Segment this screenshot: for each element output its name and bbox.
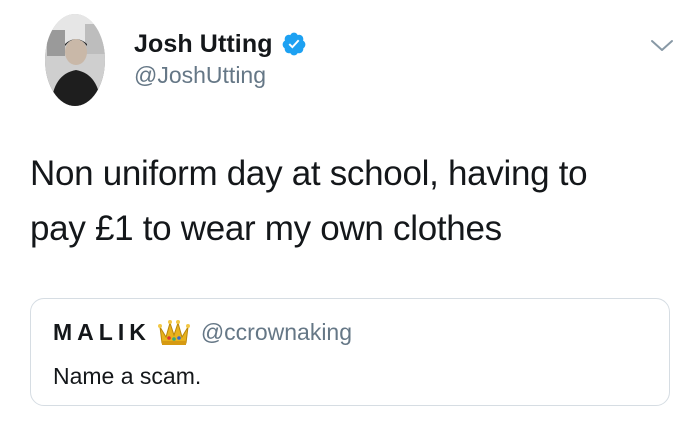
tweet-text-line: pay £1 to wear my own clothes [30,209,502,248]
quoted-author-name: MALIK [53,318,151,345]
tweet-card: Josh Utting @JoshUtting Non uniform day … [0,0,700,426]
quoted-author-handle: @ccrownaking [200,318,353,345]
chevron-down-icon[interactable] [650,38,674,54]
author-display-name[interactable]: Josh Utting [134,30,273,59]
author-name-row: Josh Utting [134,28,307,60]
crown-icon [157,317,191,347]
quoted-tweet[interactable]: MALIK @ccrownaking Name a scam. [30,298,670,406]
tweet-text-line: Non uniform day at school, having to [30,154,588,193]
tweet-text: Non uniform day at school, having to pay… [30,146,670,256]
author-handle[interactable]: @JoshUtting [134,62,266,89]
quoted-tweet-text: Name a scam. [53,363,202,389]
quoted-tweet-header: MALIK @ccrownaking [53,315,352,349]
author-avatar[interactable] [45,14,105,106]
profile-photo-icon [45,14,105,106]
verified-badge-icon [281,31,307,57]
